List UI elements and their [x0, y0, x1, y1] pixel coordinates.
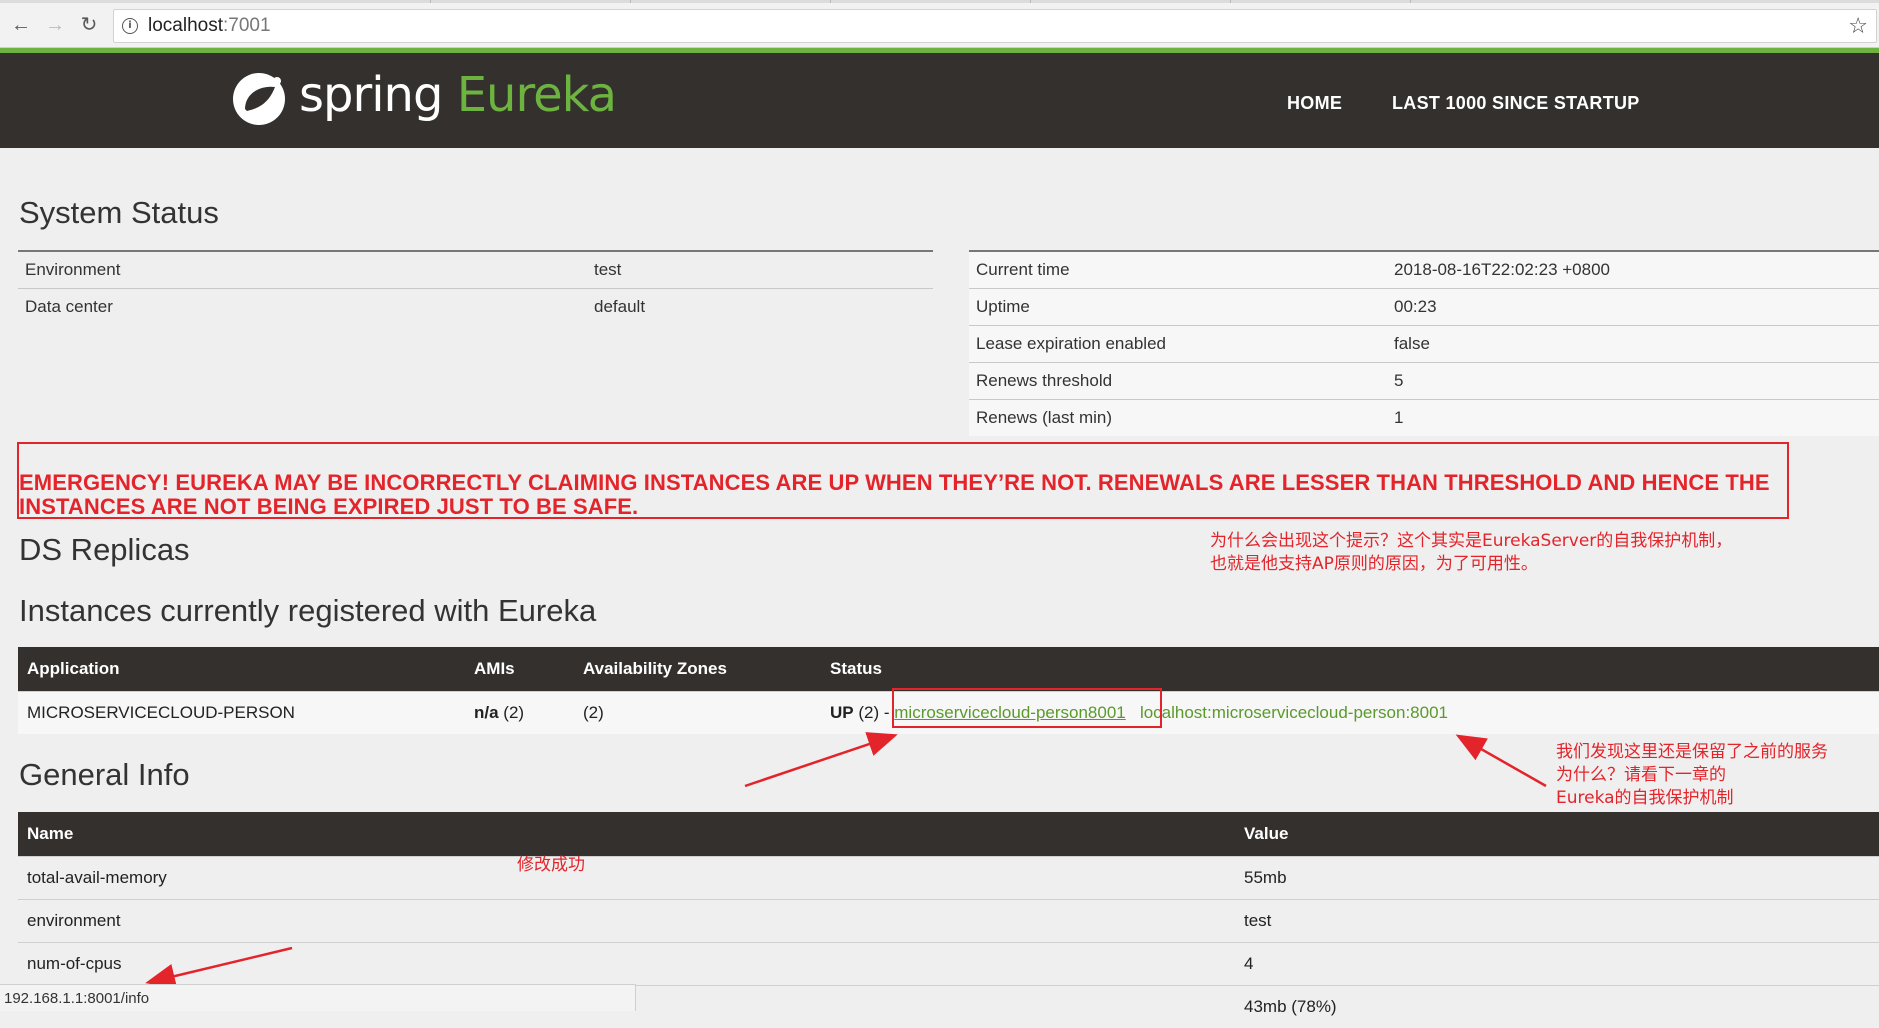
annotation-arrows — [0, 0, 1879, 1011]
arrow-to-instance-link — [745, 736, 893, 786]
browser-status-bar: 192.168.1.1:8001/info — [0, 984, 636, 1011]
arrow-to-localhost-link — [1460, 737, 1546, 786]
arrow-to-statusbar — [150, 948, 292, 982]
